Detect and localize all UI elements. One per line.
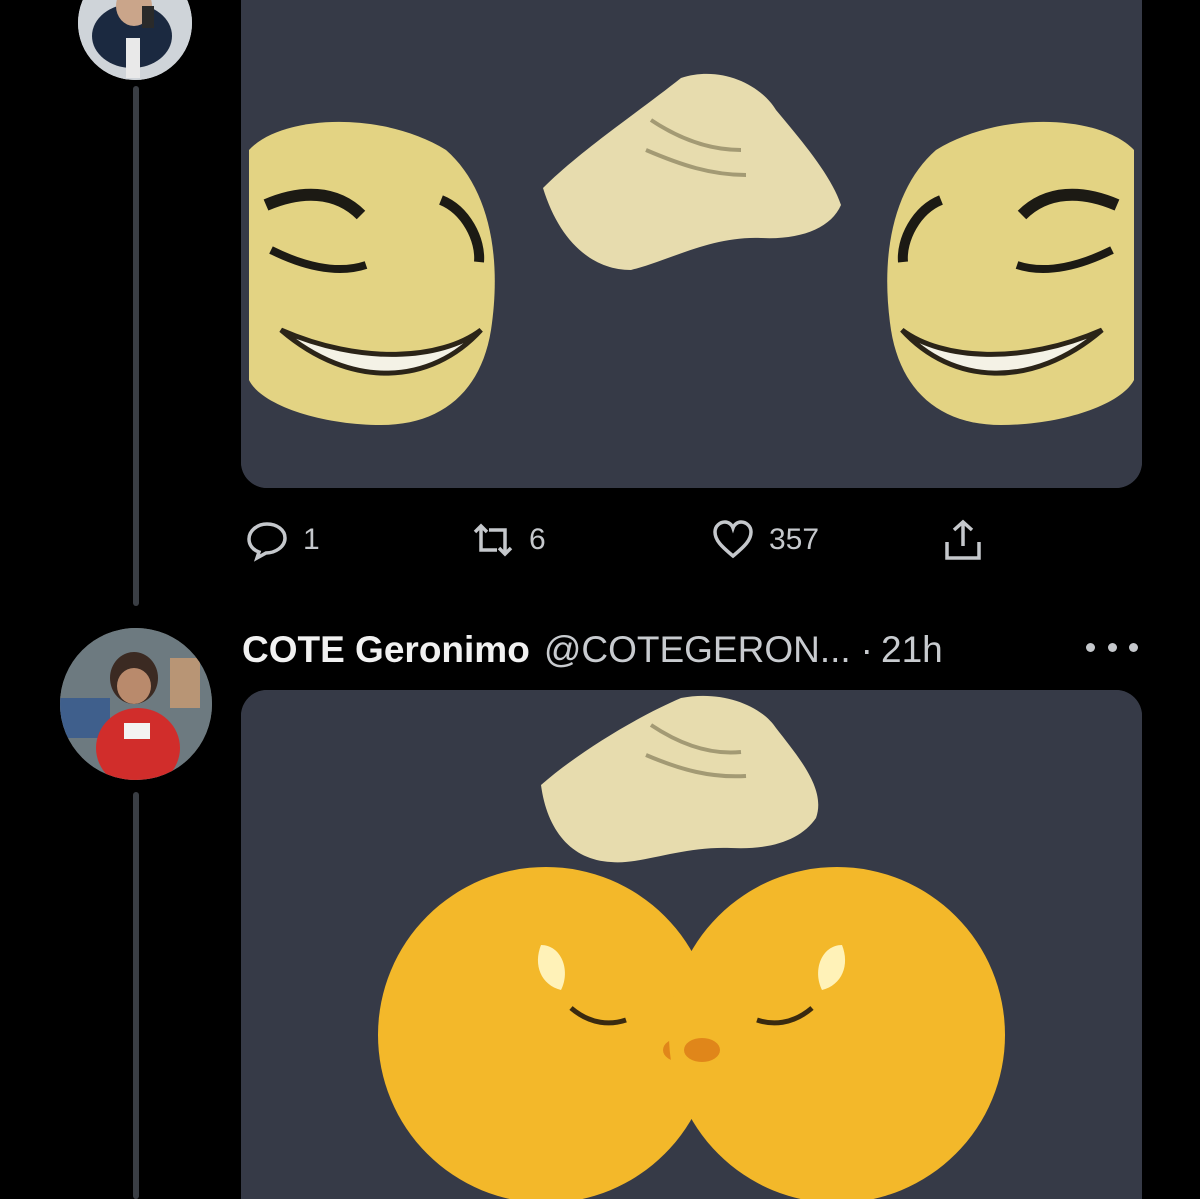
dot-icon	[1107, 642, 1117, 652]
like-button[interactable]: 357	[711, 512, 819, 568]
retweet-count: 6	[529, 523, 546, 556]
kissing-face-left	[378, 867, 714, 1199]
tweet-media-2[interactable]	[241, 690, 1142, 1199]
thread-line-bottom	[133, 792, 139, 1199]
reply-count: 1	[303, 523, 320, 556]
dot-icon	[1129, 642, 1138, 652]
tweet-timestamp[interactable]: 21h	[881, 629, 943, 671]
like-icon	[713, 520, 753, 559]
author-name[interactable]: COTE Geronimo	[242, 629, 530, 671]
like-count: 357	[769, 523, 820, 556]
dot-icon	[1086, 642, 1095, 652]
avatar-previous-user[interactable]	[78, 0, 192, 80]
tweet-2-header: COTE Geronimo @COTEGERON... · 21h	[242, 622, 1142, 678]
tweet-action-bar: 1 6 357	[241, 512, 1041, 568]
share-icon	[945, 519, 981, 560]
retweet-button[interactable]: 6	[471, 512, 546, 568]
kissing-face-right	[669, 867, 1005, 1199]
header-separator: ·	[860, 629, 873, 670]
tweet-media-1[interactable]	[241, 0, 1142, 488]
reply-icon	[247, 522, 287, 562]
avatar-cote-geronimo[interactable]	[60, 628, 212, 780]
more-options-icon[interactable]	[1086, 632, 1138, 662]
share-button[interactable]	[941, 512, 999, 568]
reply-button[interactable]: 1	[245, 512, 320, 568]
smirk-face-left	[249, 121, 495, 426]
thread-line-top	[133, 86, 139, 606]
author-handle[interactable]: @COTEGERON...	[544, 629, 851, 671]
retweet-icon	[473, 523, 513, 557]
smirk-face-right	[887, 121, 1134, 426]
